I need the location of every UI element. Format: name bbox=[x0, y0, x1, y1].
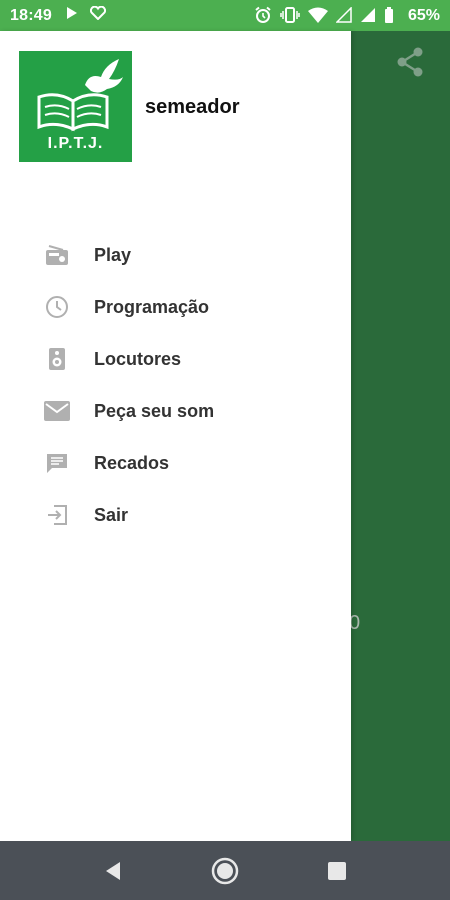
menu-item-play[interactable]: Play bbox=[0, 229, 351, 281]
heart-pulse-icon bbox=[90, 6, 106, 20]
mail-icon bbox=[44, 398, 70, 424]
drawer-menu: Play Programação Locutores Peça seu som … bbox=[0, 229, 351, 541]
play-status-icon bbox=[67, 7, 77, 19]
home-icon[interactable] bbox=[207, 853, 243, 889]
signal-icon bbox=[361, 8, 375, 22]
share-icon[interactable] bbox=[392, 44, 428, 80]
menu-item-sair[interactable]: Sair bbox=[0, 489, 351, 541]
signal-empty-icon bbox=[336, 7, 352, 23]
wifi-icon bbox=[308, 7, 328, 23]
menu-item-label: Recados bbox=[94, 452, 170, 473]
speaker-icon bbox=[44, 346, 70, 372]
clock-icon bbox=[44, 294, 70, 320]
message-icon bbox=[44, 450, 70, 476]
navigation-drawer: I.P.T.J. semeador Play Programação Locut… bbox=[0, 31, 351, 841]
menu-item-label: Programação bbox=[94, 296, 210, 317]
menu-item-recados[interactable]: Recados bbox=[0, 437, 351, 489]
menu-item-label: Play bbox=[94, 244, 132, 265]
status-bar: 18:49 65% bbox=[0, 0, 450, 31]
battery-icon bbox=[385, 7, 393, 23]
recents-icon[interactable] bbox=[319, 853, 355, 889]
app-logo: I.P.T.J. bbox=[19, 51, 132, 162]
status-time: 18:49 bbox=[10, 7, 52, 24]
menu-item-label: Locutores bbox=[94, 348, 182, 369]
menu-item-locutores[interactable]: Locutores bbox=[0, 333, 351, 385]
menu-item-peca-seu-som[interactable]: Peça seu som bbox=[0, 385, 351, 437]
vibrate-icon bbox=[280, 7, 300, 23]
logo-text: I.P.T.J. bbox=[47, 135, 104, 152]
book-dove-icon bbox=[37, 59, 123, 132]
menu-item-label: Sair bbox=[94, 504, 129, 525]
alarm-icon bbox=[255, 6, 271, 23]
menu-item-label: Peça seu som bbox=[94, 400, 215, 421]
menu-item-programacao[interactable]: Programação bbox=[0, 281, 351, 333]
system-nav-bar bbox=[0, 841, 450, 900]
battery-percentage: 65% bbox=[407, 7, 440, 24]
exit-icon bbox=[44, 502, 70, 528]
app-name: semeador bbox=[145, 96, 240, 118]
back-icon[interactable] bbox=[95, 853, 131, 889]
background-app bbox=[351, 31, 450, 841]
radio-icon bbox=[44, 242, 70, 268]
